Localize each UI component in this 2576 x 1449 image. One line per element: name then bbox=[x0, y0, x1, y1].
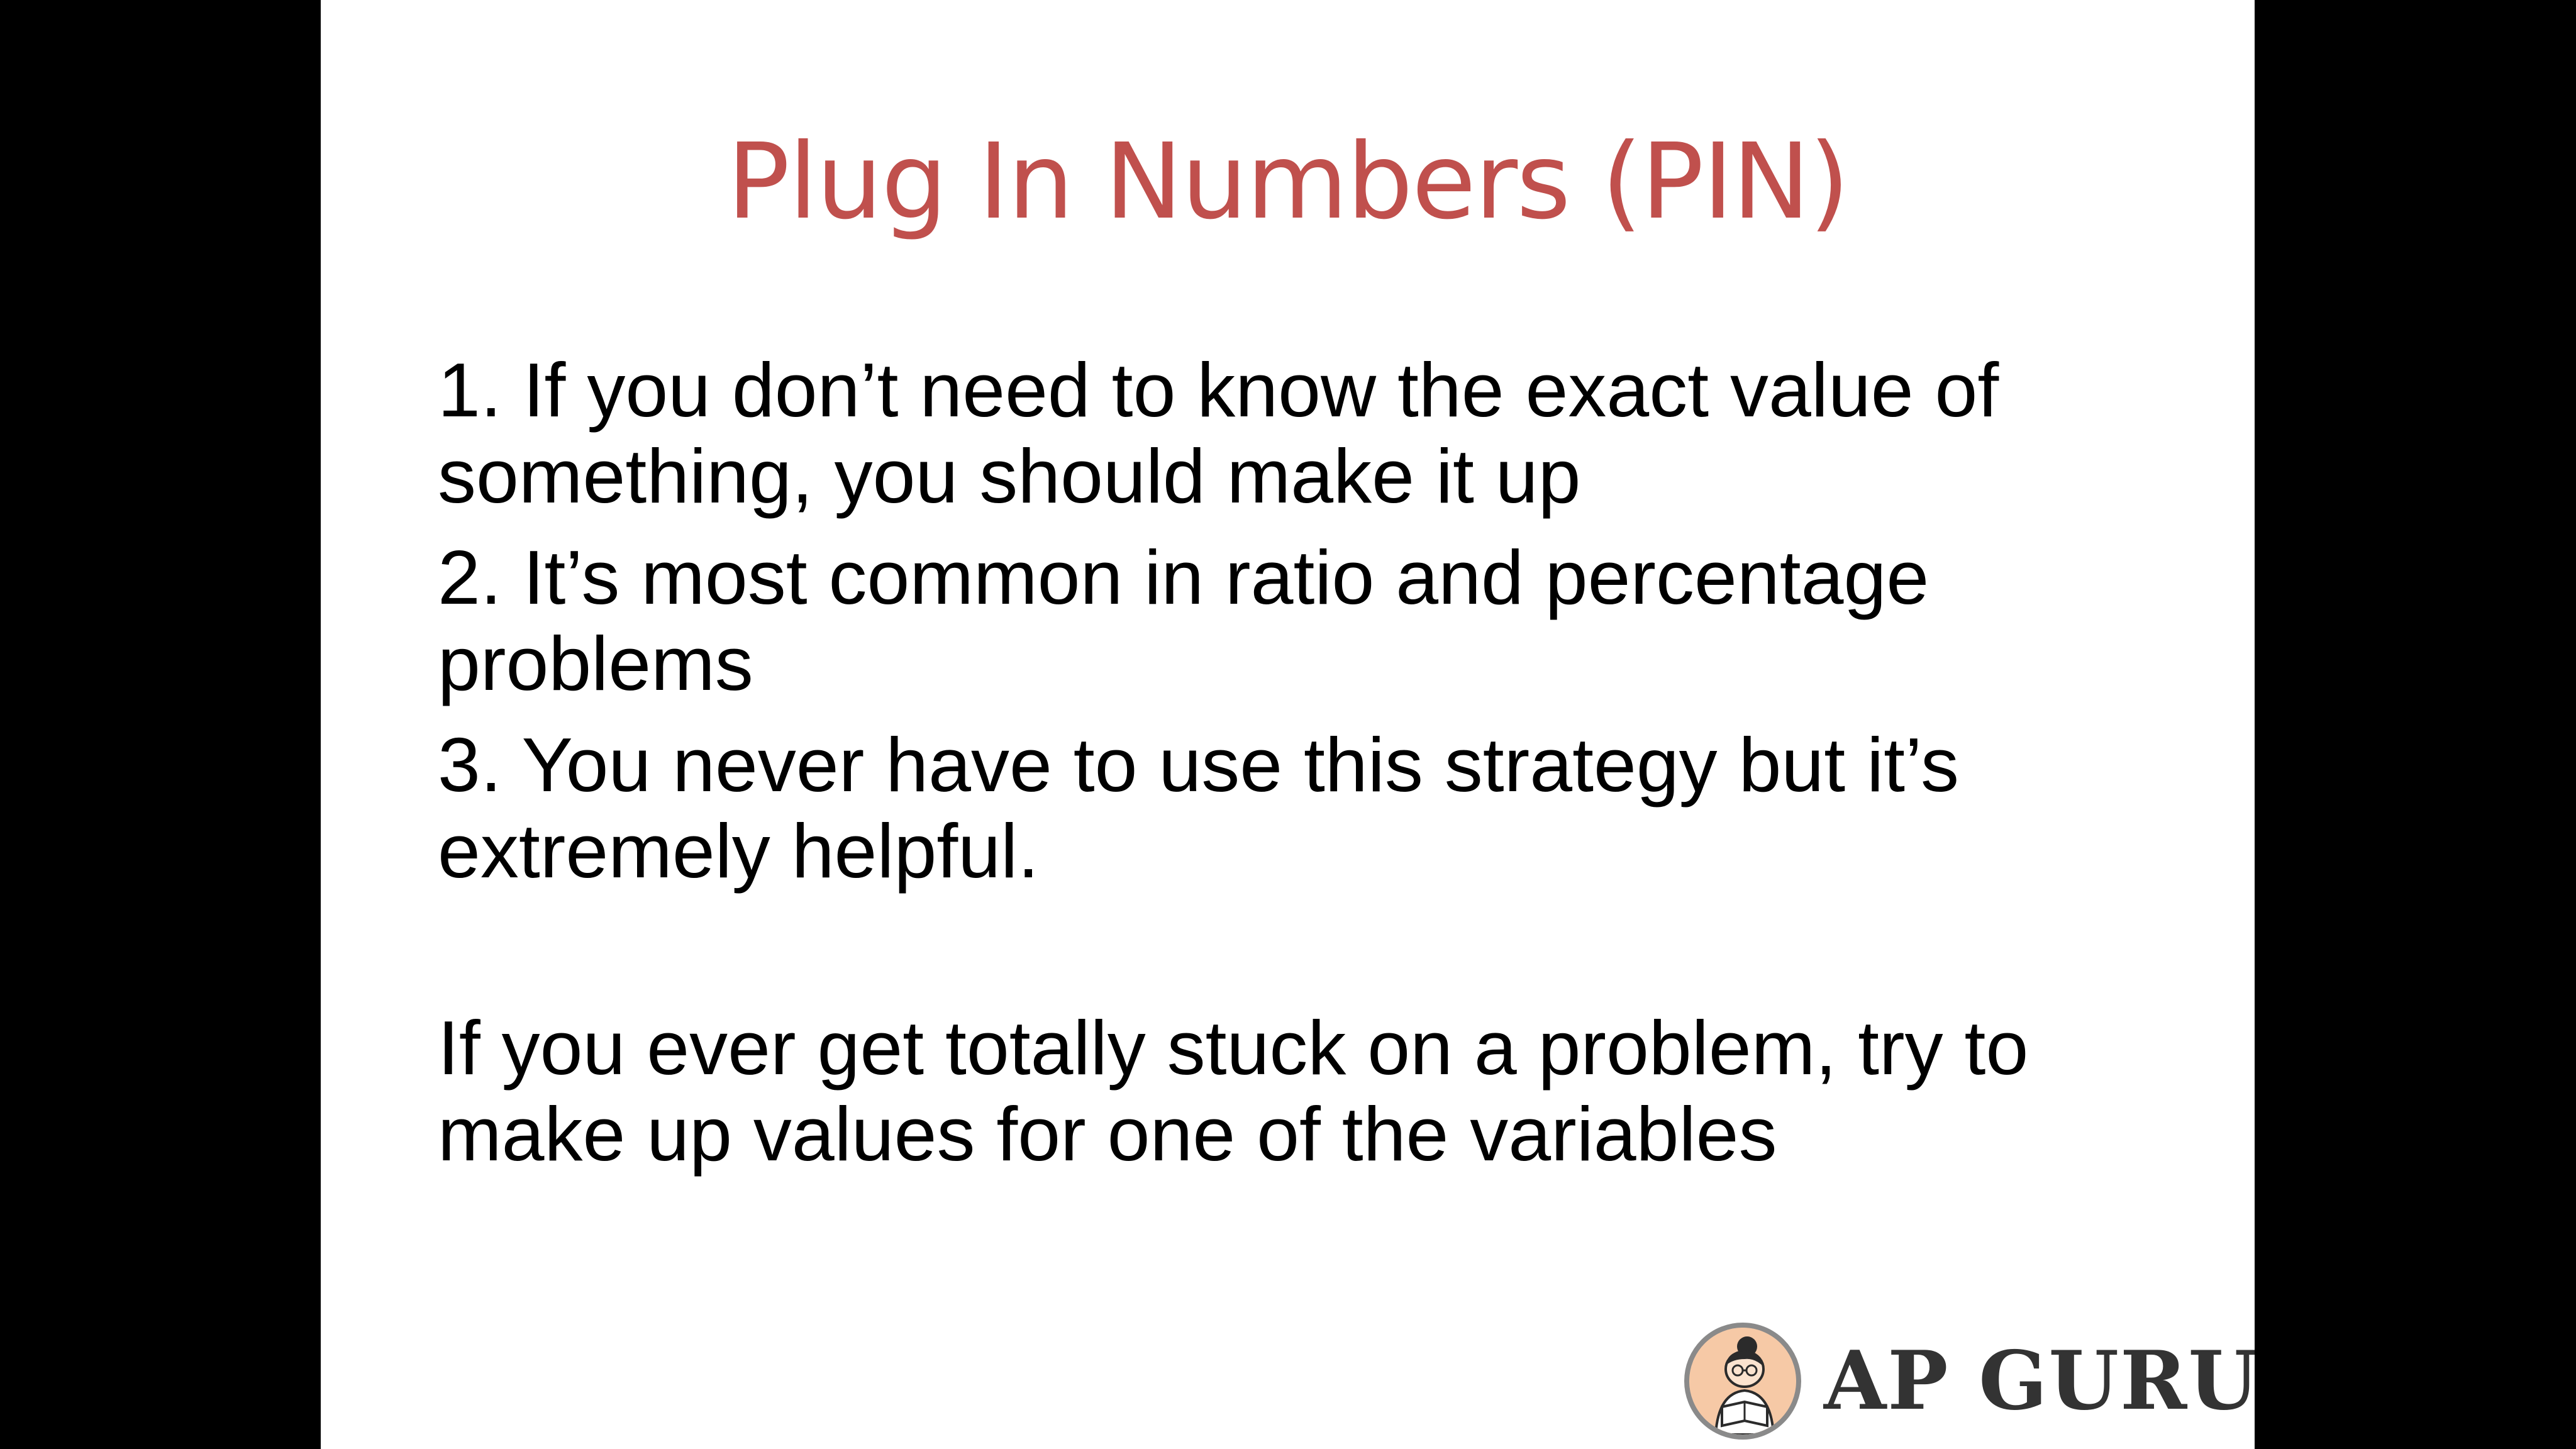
slide-body: 1. If you don’t need to know the exact v… bbox=[438, 347, 2186, 1177]
closing-note: If you ever get totally stuck on a probl… bbox=[438, 1005, 2029, 1177]
ap-guru-logo: AP GURU bbox=[1684, 1318, 2255, 1444]
bullet-point-3: 3. You never have to use this strategy b… bbox=[438, 722, 1959, 894]
slide: Plug In Numbers (PIN) 1. If you don’t ne… bbox=[321, 0, 2255, 1449]
tutor-reading-book-icon bbox=[1684, 1323, 1801, 1440]
bullet-point-1: 1. If you don’t need to know the exact v… bbox=[438, 347, 1999, 519]
slide-title: Plug In Numbers (PIN) bbox=[726, 121, 1850, 243]
logo-text: AP GURU bbox=[1823, 1334, 2255, 1428]
presentation-stage: Plug In Numbers (PIN) 1. If you don’t ne… bbox=[0, 0, 2576, 1449]
bullet-point-2: 2. It’s most common in ratio and percent… bbox=[438, 535, 1929, 706]
